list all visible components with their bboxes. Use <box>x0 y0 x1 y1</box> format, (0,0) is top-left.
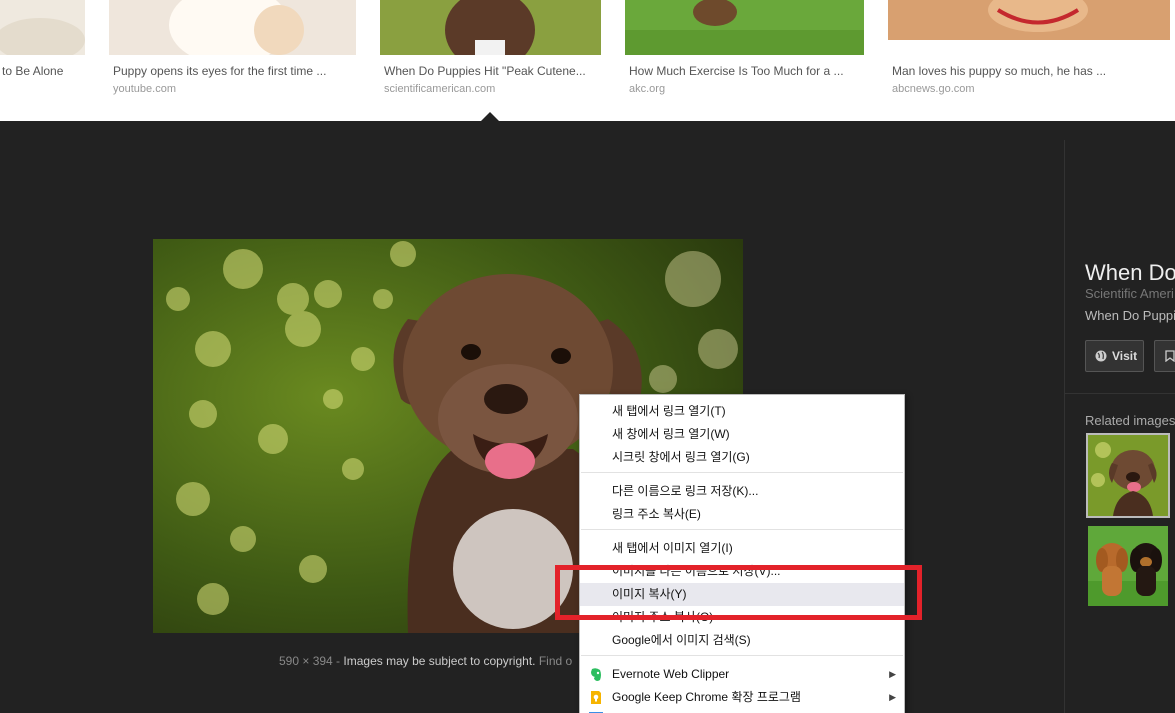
menu-item-open-image-new-tab[interactable]: 새 탭에서 이미지 열기(I) <box>580 537 904 560</box>
image-caption: 590 × 394 - Images may be subject to cop… <box>279 654 572 668</box>
result-thumbnail[interactable] <box>109 0 356 55</box>
result-title[interactable]: How Much Exercise Is Too Much for a ... <box>629 64 844 78</box>
menu-item-open-link-incognito[interactable]: 시크릿 창에서 링크 열기(G) <box>580 446 904 469</box>
menu-separator <box>581 529 903 530</box>
result-thumbnail[interactable] <box>380 0 601 55</box>
result-title[interactable]: Man loves his puppy so much, he has ... <box>892 64 1106 78</box>
results-strip: to Be Alone Puppy opens its eyes for the… <box>0 0 1175 122</box>
menu-item-evernote[interactable]: Evernote Web Clipper ▶ <box>580 663 904 686</box>
result-card[interactable]: Puppy opens its eyes for the first time … <box>109 0 359 121</box>
menu-item-label: Evernote Web Clipper <box>612 667 730 681</box>
result-domain: scientificamerican.com <box>384 83 496 95</box>
result-title[interactable]: When Do Puppies Hit "Peak Cutene... <box>384 64 586 78</box>
result-card[interactable]: How Much Exercise Is Too Much for a ... … <box>625 0 870 121</box>
result-thumbnail[interactable] <box>888 0 1170 40</box>
menu-item-google-keep[interactable]: Google Keep Chrome 확장 프로그램 ▶ <box>580 686 904 709</box>
side-source[interactable]: Scientific Ameri <box>1085 286 1174 301</box>
highlight-annotation <box>555 565 922 620</box>
keep-icon <box>591 691 601 704</box>
image-dimensions: 590 × 394 <box>279 654 333 668</box>
chevron-right-icon: ▶ <box>889 692 896 702</box>
menu-item-copy-link-address[interactable]: 링크 주소 복사(E) <box>580 503 904 526</box>
result-domain: youtube.com <box>113 83 176 95</box>
menu-item-open-link-new-tab[interactable]: 새 탭에서 링크 열기(T) <box>580 400 904 423</box>
menu-item-open-link-new-window[interactable]: 새 창에서 링크 열기(W) <box>580 423 904 446</box>
find-more-link[interactable]: Find o <box>535 654 572 668</box>
save-button[interactable] <box>1154 340 1175 372</box>
result-domain: akc.org <box>629 83 666 95</box>
side-title[interactable]: When Do <box>1085 260 1175 286</box>
context-menu: 새 탭에서 링크 열기(T) 새 창에서 링크 열기(W) 시크릿 창에서 링크… <box>579 394 905 713</box>
result-card[interactable]: to Be Alone <box>0 0 90 121</box>
result-title[interactable]: to Be Alone <box>2 64 63 78</box>
result-domain: abcnews.go.com <box>892 83 975 95</box>
result-thumbnail[interactable] <box>0 0 85 55</box>
related-image-thumbnail[interactable] <box>1088 526 1168 606</box>
menu-separator <box>581 655 903 656</box>
related-image-thumbnail[interactable] <box>1086 433 1170 518</box>
visit-button[interactable]: Visit <box>1085 340 1144 372</box>
result-card[interactable]: Man loves his puppy so much, he has ... … <box>888 0 1175 121</box>
copyright-notice: Images may be subject to copyright. <box>343 654 536 668</box>
chevron-right-icon: ▶ <box>889 669 896 679</box>
selected-indicator <box>480 112 500 122</box>
globe-icon <box>1095 350 1107 362</box>
related-images-label: Related images <box>1085 413 1175 428</box>
menu-item-label: Google Keep Chrome 확장 프로그램 <box>612 690 801 704</box>
result-card[interactable]: When Do Puppies Hit "Peak Cutene... scie… <box>380 0 605 121</box>
side-divider <box>1064 140 1065 713</box>
visit-label: Visit <box>1112 349 1138 363</box>
result-thumbnail[interactable] <box>625 0 864 55</box>
evernote-icon <box>591 668 601 681</box>
side-description: When Do Puppi <box>1085 308 1175 323</box>
side-separator <box>1064 393 1175 394</box>
bookmark-icon <box>1165 350 1175 362</box>
menu-item-save-link-as[interactable]: 다른 이름으로 링크 저장(K)... <box>580 480 904 503</box>
caption-separator: - <box>332 654 344 668</box>
menu-separator <box>581 472 903 473</box>
result-title[interactable]: Puppy opens its eyes for the first time … <box>113 64 326 78</box>
menu-item-search-image-google[interactable]: Google에서 이미지 검색(S) <box>580 629 904 652</box>
